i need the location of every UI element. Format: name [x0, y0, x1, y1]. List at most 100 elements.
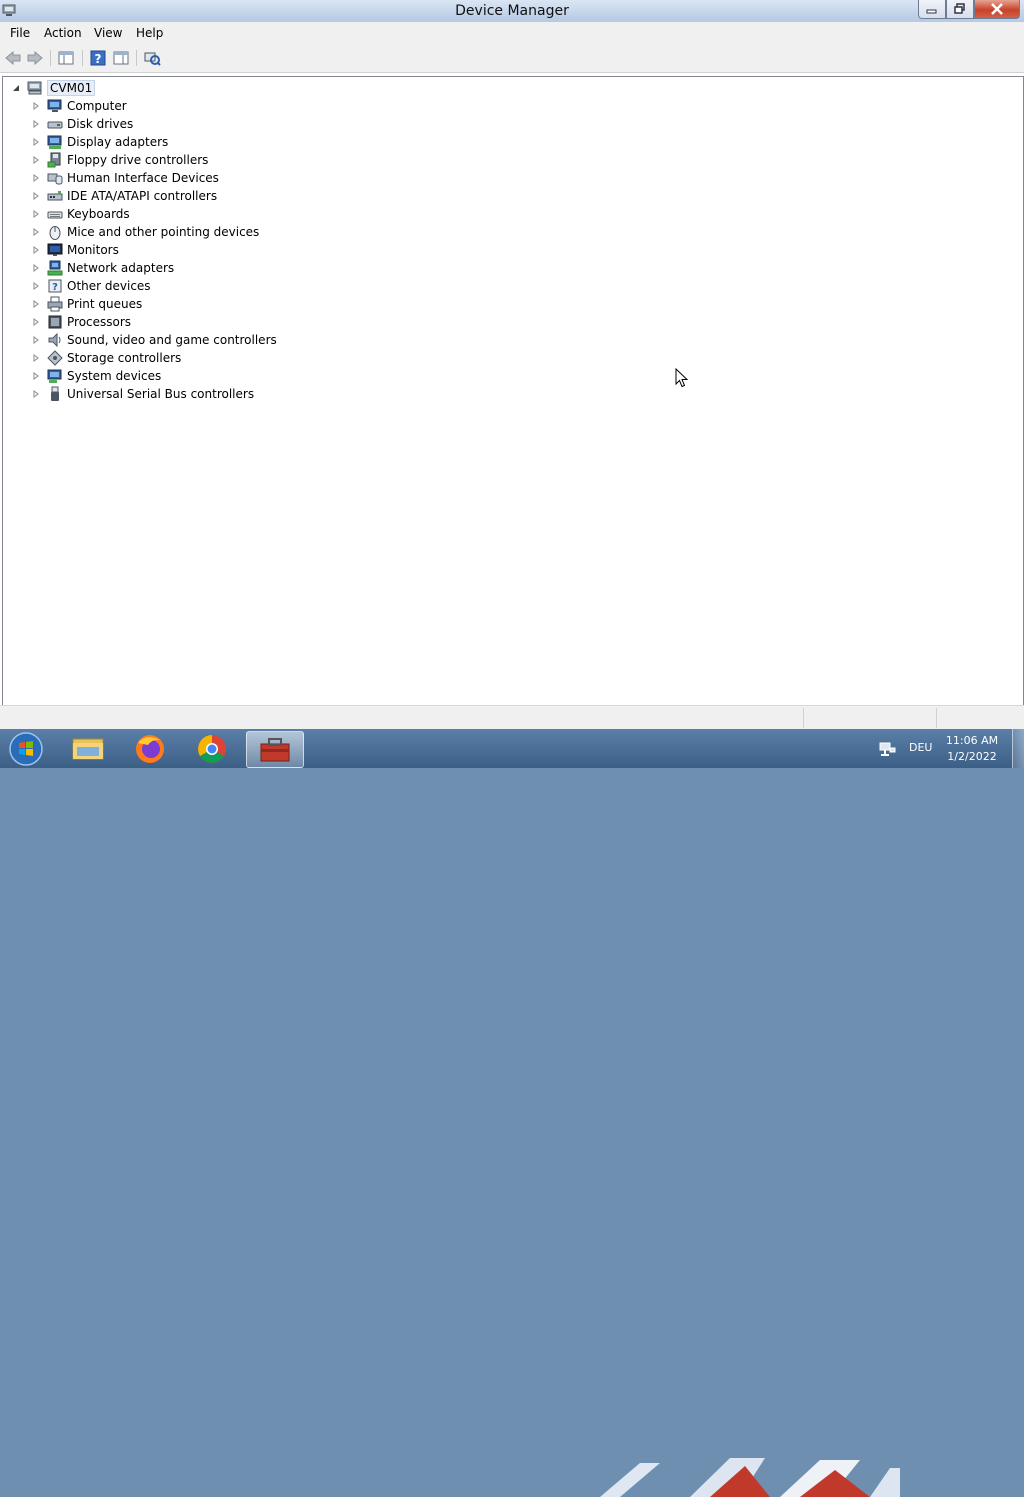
status-bar [0, 705, 1024, 730]
window-title: Device Manager [455, 3, 569, 19]
processor-icon [48, 315, 62, 329]
display-adapter-icon [47, 135, 62, 149]
toolbar-separator [50, 50, 51, 66]
tree-item-label: Processors [67, 315, 132, 329]
tree-item-label: Network adapters [67, 261, 175, 275]
expand-icon[interactable] [31, 173, 41, 183]
start-button[interactable] [4, 730, 48, 768]
expand-icon[interactable] [31, 299, 41, 309]
tree-item[interactable]: Mice and other pointing devices [31, 223, 259, 241]
menu-help[interactable]: Help [136, 26, 163, 40]
scan-hardware-changes-icon[interactable] [143, 49, 161, 67]
expand-icon[interactable] [31, 371, 41, 381]
status-divider [936, 708, 937, 728]
menu-action[interactable]: Action [44, 26, 82, 40]
tree-item[interactable]: Print queues [31, 295, 142, 313]
tree-item[interactable]: Monitors [31, 241, 119, 259]
taskbar-device-manager[interactable] [246, 731, 304, 768]
tree-item[interactable]: Network adapters [31, 259, 174, 277]
expand-icon[interactable] [31, 353, 41, 363]
show-hide-console-tree-icon[interactable] [57, 49, 75, 67]
other-devices-icon: ? [48, 279, 62, 293]
svg-text:?: ? [52, 282, 58, 293]
tree-item-label: Mice and other pointing devices [67, 225, 260, 239]
close-icon [991, 3, 1003, 15]
system-devices-icon [47, 369, 62, 383]
tree-item-label: Storage controllers [67, 351, 182, 365]
wallpaper-fragment [600, 1458, 900, 1497]
expand-icon[interactable] [31, 101, 41, 111]
tree-item-label: Other devices [67, 279, 151, 293]
storage-controller-icon [47, 350, 63, 366]
expand-icon[interactable] [31, 227, 41, 237]
taskbar-firefox[interactable] [122, 731, 178, 766]
tree-item[interactable]: System devices [31, 367, 161, 385]
system-clock[interactable]: 11:06 AM 1/2/2022 [935, 733, 1009, 765]
expand-icon[interactable] [31, 245, 41, 255]
taskbar-explorer[interactable] [60, 731, 116, 766]
computer-icon [47, 99, 62, 112]
network-adapter-icon [47, 260, 63, 276]
language-indicator[interactable]: DEU [909, 741, 932, 754]
expand-icon[interactable] [31, 389, 41, 399]
tree-item-label: Sound, video and game controllers [67, 333, 277, 347]
hid-icon [47, 173, 63, 185]
expand-icon[interactable] [31, 119, 41, 129]
tree-item-label: Floppy drive controllers [67, 153, 209, 167]
minimize-icon [926, 9, 937, 14]
expand-icon[interactable] [31, 335, 41, 345]
menu-view[interactable]: View [94, 26, 122, 40]
tree-item[interactable]: ? Other devices [31, 277, 151, 295]
windows-start-icon [9, 732, 43, 766]
tree-root-label: CVM01 [47, 80, 96, 96]
tree-item[interactable]: Disk drives [31, 115, 133, 133]
tree-item[interactable]: Sound, video and game controllers [31, 331, 277, 349]
expand-icon[interactable] [31, 281, 41, 291]
tree-item[interactable]: Keyboards [31, 205, 130, 223]
tree-item[interactable]: Floppy drive controllers [31, 151, 208, 169]
collapse-icon[interactable] [11, 83, 21, 93]
close-button[interactable] [974, 0, 1020, 19]
minimize-button[interactable] [918, 0, 946, 19]
help-icon[interactable]: ? [89, 49, 107, 67]
tree-item-label: IDE ATA/ATAPI controllers [67, 189, 218, 203]
tree-item[interactable]: Universal Serial Bus controllers [31, 385, 254, 403]
expand-icon[interactable] [31, 209, 41, 219]
menu-file[interactable]: File [10, 26, 30, 40]
device-tree[interactable]: CVM01 Computer Disk drives Display adapter… [2, 76, 1024, 706]
tree-item-label: Universal Serial Bus controllers [67, 387, 255, 401]
taskbar-chrome[interactable] [184, 731, 240, 766]
expand-icon[interactable] [31, 137, 41, 147]
printer-icon [47, 296, 63, 312]
tree-item[interactable]: Storage controllers [31, 349, 181, 367]
expand-icon[interactable] [31, 191, 41, 201]
ide-controller-icon [47, 191, 63, 201]
tree-item[interactable]: Human Interface Devices [31, 169, 219, 187]
expand-icon[interactable] [31, 317, 41, 327]
expand-icon[interactable] [31, 155, 41, 165]
tree-item[interactable]: Processors [31, 313, 131, 331]
restore-button[interactable] [946, 0, 974, 19]
show-desktop-button[interactable] [1012, 729, 1024, 768]
tree-item-label: Monitors [67, 243, 119, 257]
forward-arrow-icon[interactable] [26, 49, 44, 67]
tree-item[interactable]: IDE ATA/ATAPI controllers [31, 187, 217, 205]
sound-icon [48, 332, 61, 348]
show-action-pane-icon[interactable] [112, 49, 130, 67]
tree-item[interactable]: Computer [31, 97, 127, 115]
back-arrow-icon[interactable] [4, 49, 22, 67]
tree-item-label: System devices [67, 369, 162, 383]
title-bar[interactable]: Device Manager [0, 0, 1024, 22]
expand-icon[interactable] [31, 263, 41, 273]
tree-item[interactable]: Display adapters [31, 133, 168, 151]
keyboard-icon [47, 211, 63, 219]
status-divider [803, 708, 804, 728]
disk-drive-icon [47, 121, 63, 129]
mouse-icon [49, 226, 61, 240]
floppy-controller-icon [47, 152, 61, 168]
tree-item-label: Keyboards [67, 207, 130, 221]
network-tray-icon[interactable] [878, 740, 896, 758]
toolbox-icon [260, 738, 290, 762]
restore-icon [954, 3, 965, 14]
tree-root[interactable]: CVM01 [11, 79, 96, 97]
